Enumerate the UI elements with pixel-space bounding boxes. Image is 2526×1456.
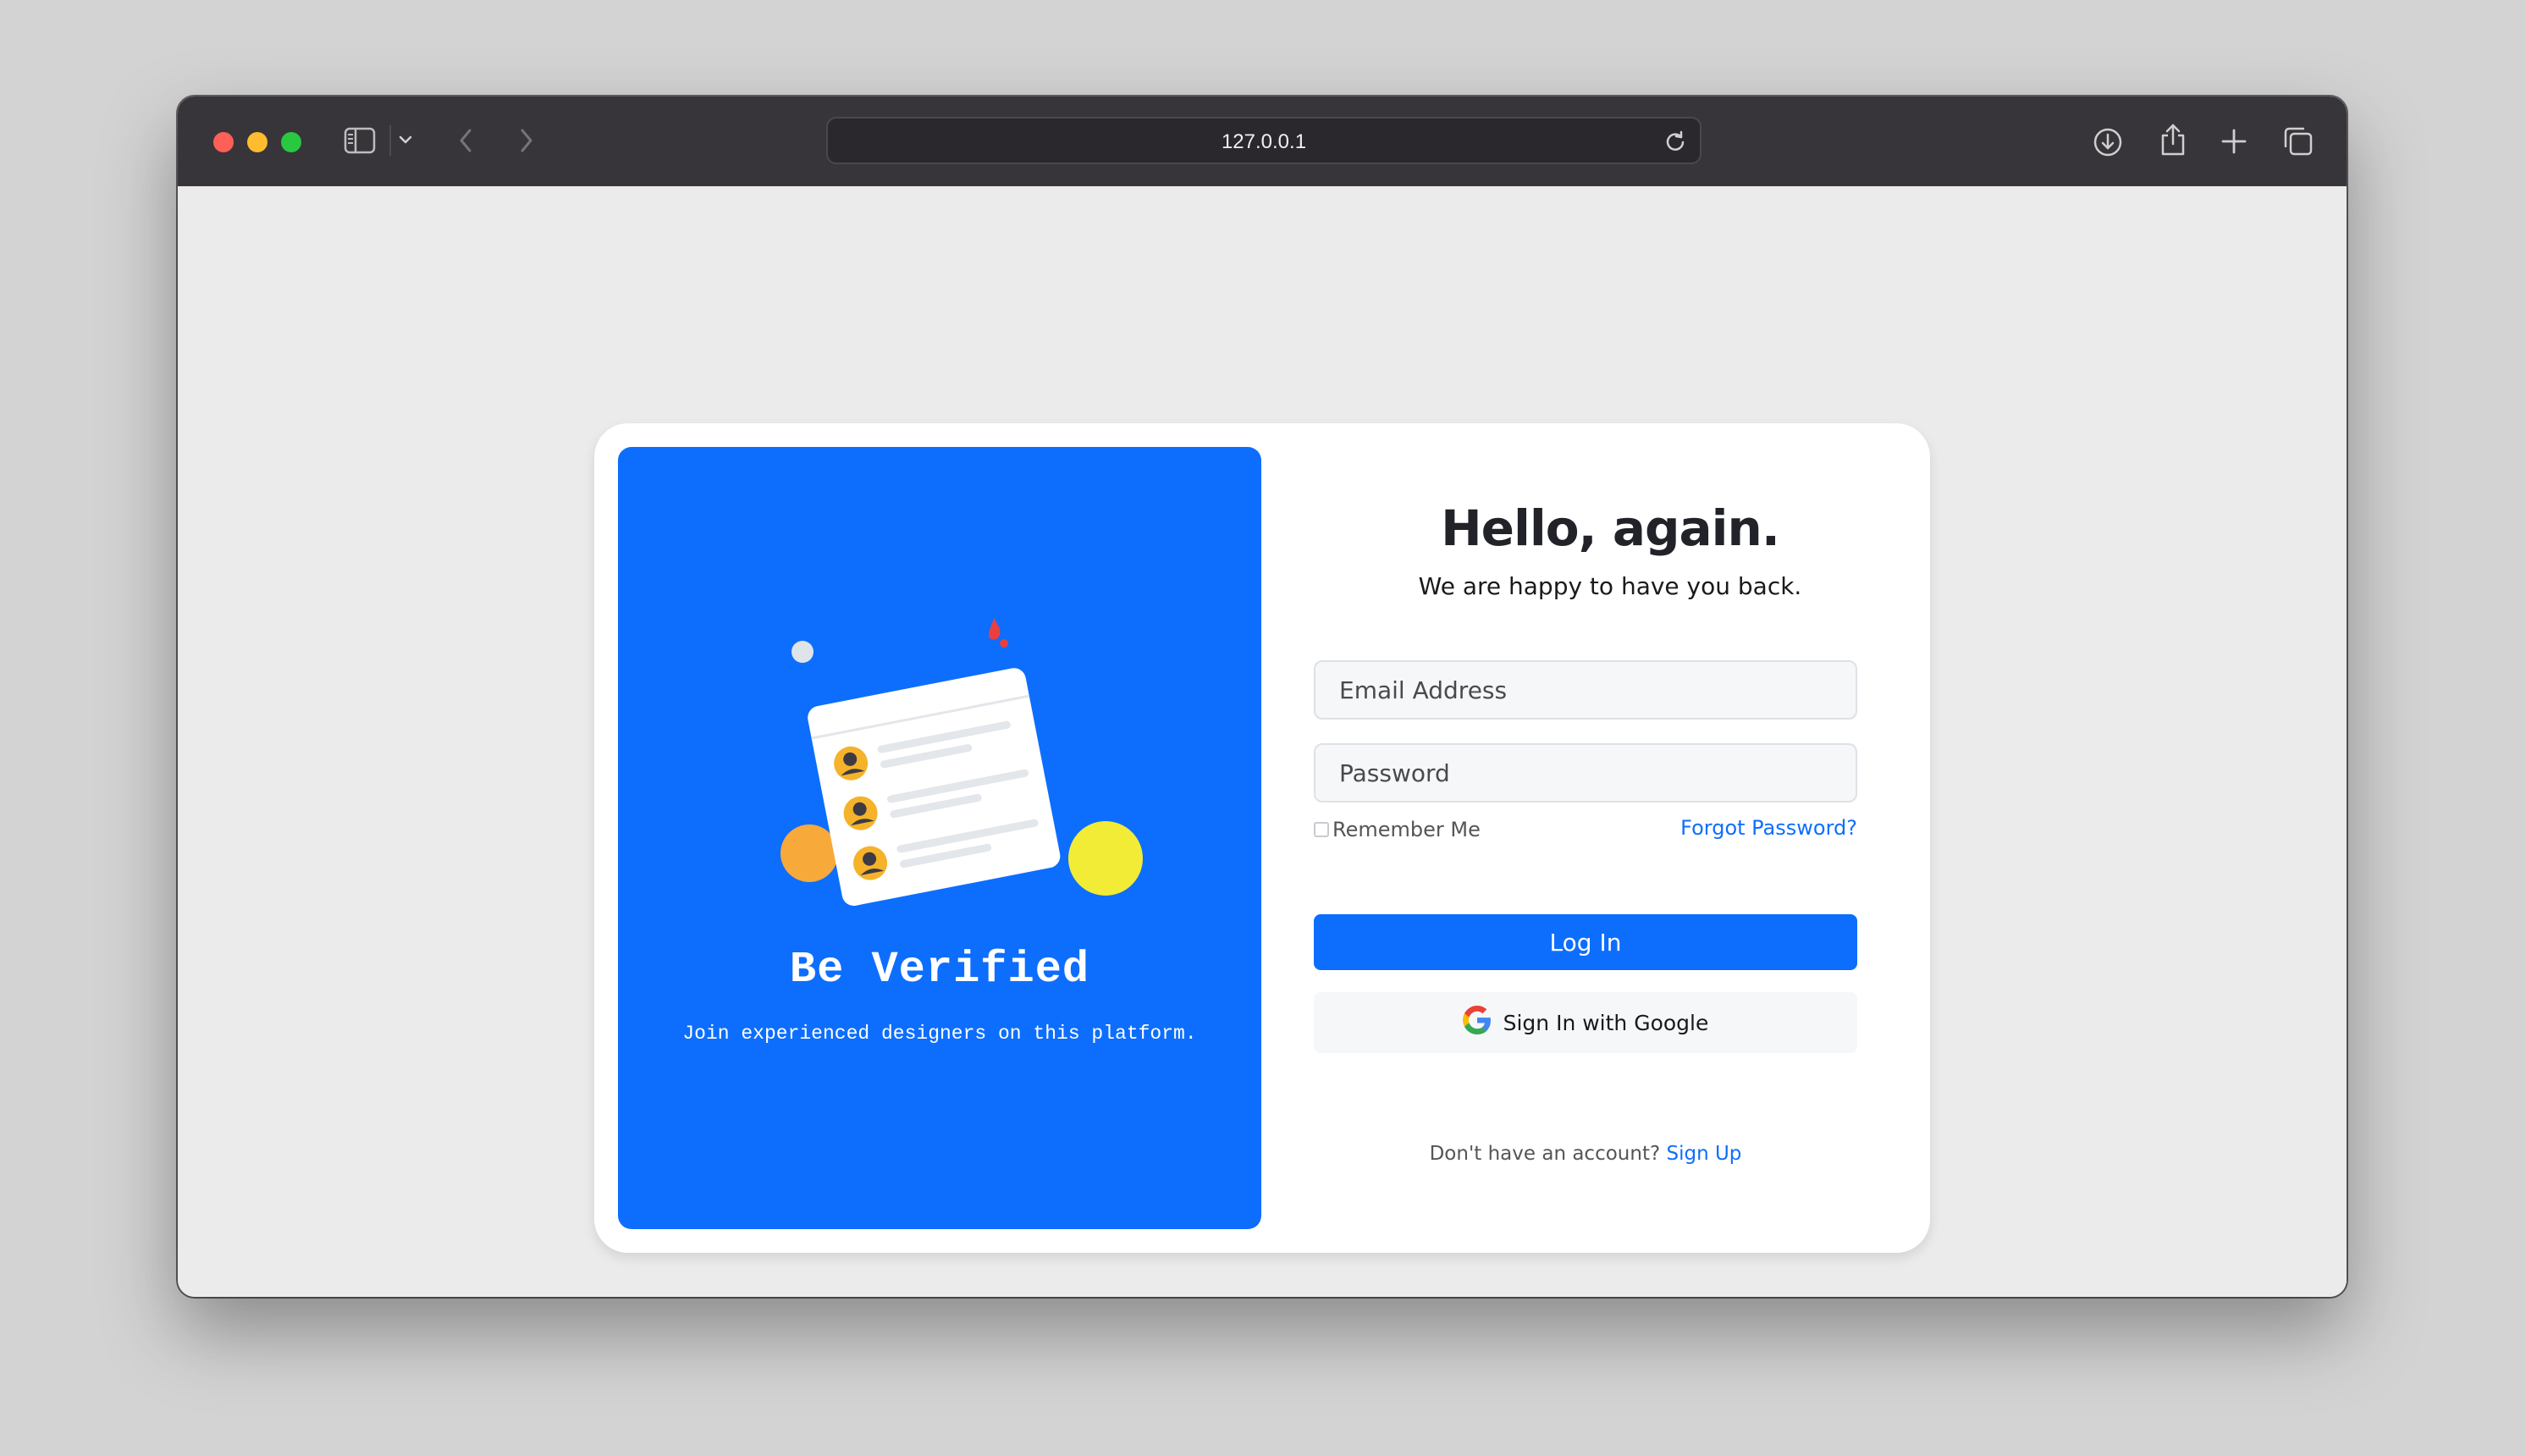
close-window-button[interactable]: [213, 132, 234, 152]
toolbar-divider: [389, 125, 391, 156]
address-bar[interactable]: 127.0.0.1: [826, 117, 1701, 164]
signup-prompt: Don't have an account?: [1429, 1143, 1661, 1165]
minimize-window-button[interactable]: [247, 132, 267, 152]
promo-title: Be Verified: [789, 945, 1090, 995]
remember-me-label: Remember Me: [1332, 818, 1481, 841]
browser-window: 127.0.0.1 Be Verified Join experienced d…: [178, 97, 2347, 1297]
url-text: 127.0.0.1: [1221, 130, 1307, 153]
remember-me[interactable]: Remember Me: [1314, 818, 1481, 841]
reload-icon[interactable]: [1663, 129, 1688, 158]
promo-subtitle: Join experienced designers on this platf…: [682, 1023, 1197, 1045]
back-arrow-icon[interactable]: [457, 127, 476, 154]
google-icon: [1462, 1006, 1492, 1040]
promo-panel: Be Verified Join experienced designers o…: [618, 447, 1261, 1229]
login-card: Be Verified Join experienced designers o…: [594, 423, 1930, 1253]
download-icon[interactable]: [2093, 127, 2123, 157]
login-button[interactable]: Log In: [1314, 914, 1857, 970]
forward-arrow-icon[interactable]: [516, 127, 535, 154]
signup-row: Don't have an account? Sign Up: [1314, 1143, 1857, 1165]
password-field[interactable]: [1314, 743, 1857, 802]
zoom-window-button[interactable]: [281, 132, 301, 152]
page-viewport: Be Verified Join experienced designers o…: [178, 186, 2347, 1297]
login-heading: Hello, again.: [1441, 499, 1780, 557]
plus-icon[interactable]: [2220, 127, 2248, 156]
google-signin-label: Sign In with Google: [1503, 1010, 1709, 1035]
login-subheading: We are happy to have you back.: [1418, 572, 1802, 600]
verification-illustration: [753, 616, 1143, 921]
signup-link[interactable]: Sign Up: [1666, 1143, 1741, 1165]
remember-me-checkbox[interactable]: [1314, 822, 1329, 837]
email-field[interactable]: [1314, 660, 1857, 720]
google-signin-button[interactable]: Sign In with Google: [1314, 992, 1857, 1053]
share-icon[interactable]: [2159, 122, 2187, 157]
tabs-overview-icon[interactable]: [2282, 125, 2314, 157]
chevron-down-icon[interactable]: [398, 134, 413, 146]
browser-toolbar: 127.0.0.1: [178, 97, 2347, 186]
desktop-background: 127.0.0.1 Be Verified Join experienced d…: [0, 0, 2526, 1456]
sidebar-icon[interactable]: [344, 127, 376, 154]
forgot-password-link[interactable]: Forgot Password?: [1680, 816, 1857, 840]
login-form: Hello, again. We are happy to have you b…: [1314, 423, 1906, 1253]
